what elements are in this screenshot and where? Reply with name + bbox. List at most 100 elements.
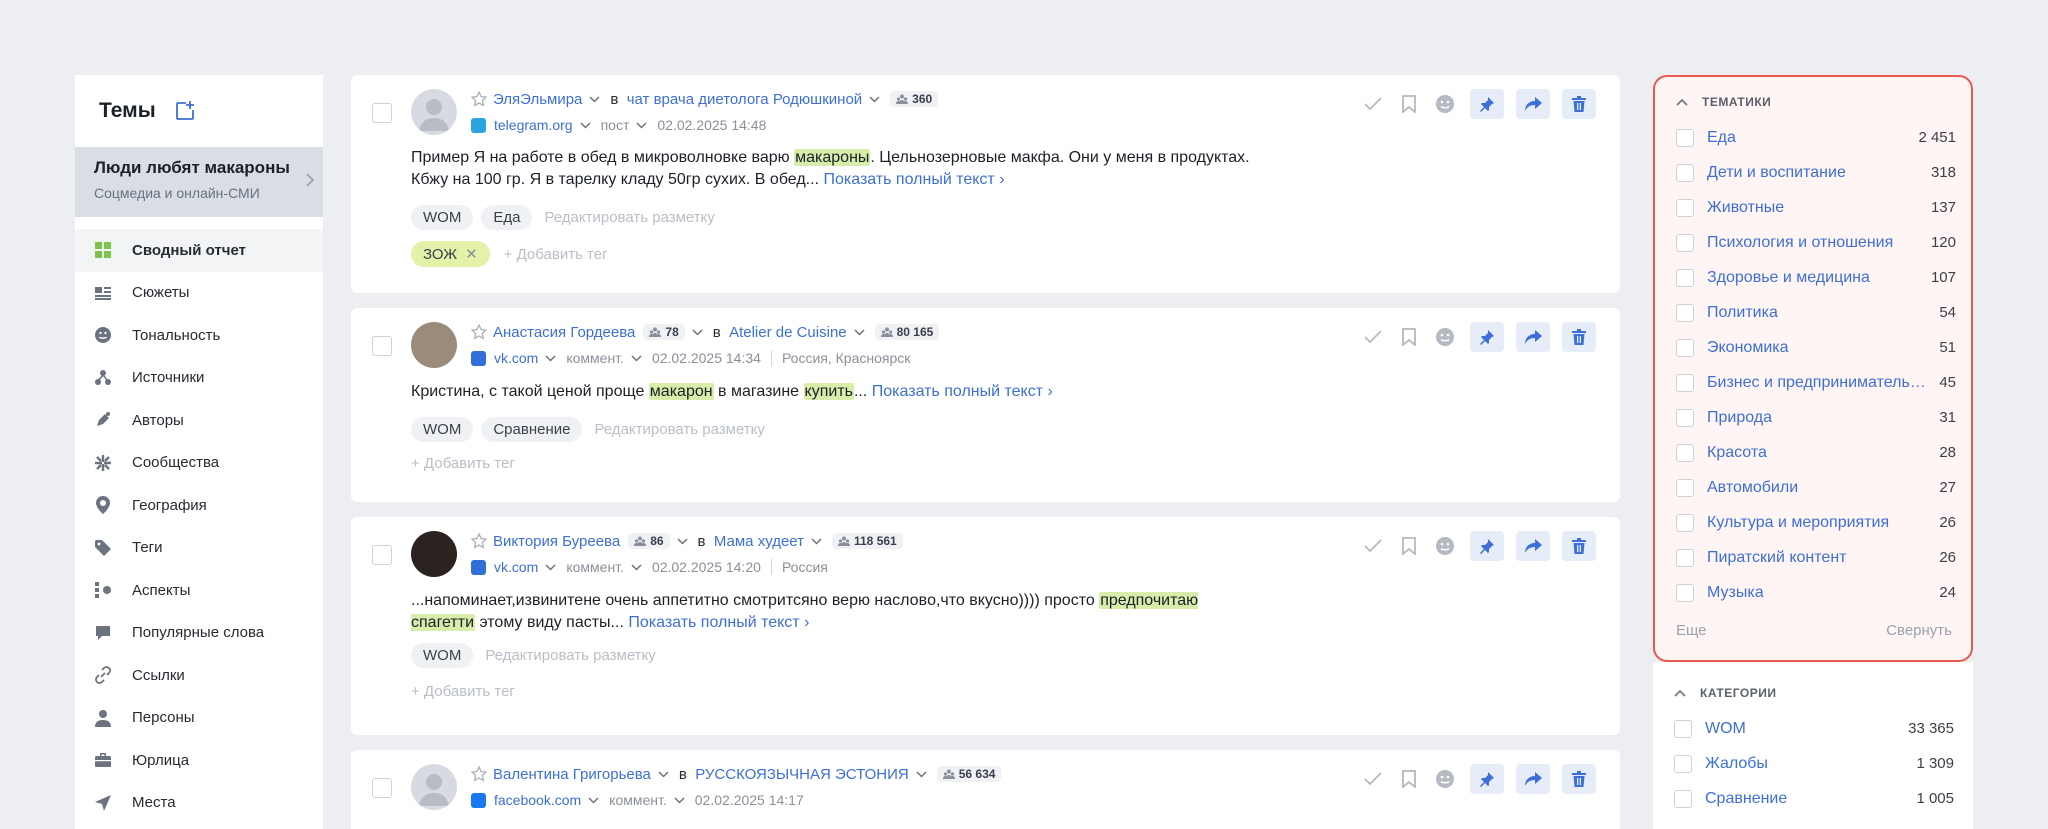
post-author[interactable]: Валентина Григорьева xyxy=(493,766,651,783)
topics-item-label[interactable]: Психология и отношения xyxy=(1707,234,1923,252)
post-community[interactable]: Мама худеет xyxy=(714,533,804,550)
edit-markup-link[interactable]: Редактировать разметку xyxy=(594,421,764,438)
avatar[interactable] xyxy=(411,531,457,577)
chevron-down-icon[interactable] xyxy=(658,770,669,778)
topics-item-label[interactable]: Культура и мероприятия xyxy=(1707,514,1931,532)
add-tag-link[interactable]: + Добавить тег xyxy=(411,455,515,472)
chevron-down-icon[interactable] xyxy=(916,770,927,778)
chevron-down-icon[interactable] xyxy=(692,328,703,336)
checkbox[interactable] xyxy=(1676,198,1694,217)
pin-icon[interactable] xyxy=(1470,322,1504,352)
current-theme-card[interactable]: Люди любят макароны Соцмедиа и онлайн-СМ… xyxy=(75,147,323,217)
sidebar-item[interactable]: Авторы xyxy=(75,399,323,442)
bookmark-icon[interactable] xyxy=(1396,766,1422,792)
checkbox[interactable] xyxy=(1676,478,1694,497)
post-network[interactable]: vk.com xyxy=(494,350,538,366)
post-community[interactable]: Atelier de Cuisine xyxy=(729,324,847,341)
checkbox[interactable] xyxy=(1676,408,1694,427)
share-icon[interactable] xyxy=(1516,531,1550,561)
user-tag-chip[interactable]: ЗОЖ ✕ xyxy=(411,241,490,267)
topics-item-label[interactable]: Политика xyxy=(1707,304,1931,322)
pin-icon[interactable] xyxy=(1470,89,1504,119)
topics-item[interactable]: Природа 31 xyxy=(1676,400,1956,435)
add-tag-link[interactable]: + Добавить тег xyxy=(504,246,608,263)
categories-item[interactable]: Сравнение 1 005 xyxy=(1674,781,1954,816)
checkbox[interactable] xyxy=(1676,548,1694,567)
pin-icon[interactable] xyxy=(1470,764,1504,794)
chevron-down-icon[interactable] xyxy=(677,537,688,545)
topics-item[interactable]: Пиратский контент 26 xyxy=(1676,540,1956,575)
checkbox[interactable] xyxy=(1676,583,1694,602)
topics-item[interactable]: Дети и воспитание 318 xyxy=(1676,155,1956,190)
checkbox[interactable] xyxy=(1674,789,1692,808)
checkbox[interactable] xyxy=(1676,443,1694,462)
sidebar-item[interactable]: География xyxy=(75,484,323,527)
sidebar-item[interactable]: Персоны xyxy=(75,697,323,740)
post-checkbox[interactable] xyxy=(372,778,392,798)
pin-icon[interactable] xyxy=(1470,531,1504,561)
bookmark-icon[interactable] xyxy=(1396,533,1422,559)
topics-more-link[interactable]: Еще xyxy=(1676,622,1707,639)
post-author[interactable]: ЭляЭльмира xyxy=(493,91,582,108)
emoji-icon[interactable] xyxy=(1432,324,1458,350)
topics-item[interactable]: Красота 28 xyxy=(1676,435,1956,470)
topics-item-label[interactable]: Природа xyxy=(1707,409,1931,427)
post-author[interactable]: Анастасия Гордеева xyxy=(493,324,635,341)
topics-item[interactable]: Психология и отношения 120 xyxy=(1676,225,1956,260)
show-full-text-link[interactable]: Показать полный текст › xyxy=(872,383,1053,400)
topics-item-label[interactable]: Здоровье и медицина xyxy=(1707,269,1923,287)
share-icon[interactable] xyxy=(1516,322,1550,352)
chevron-down-icon[interactable] xyxy=(545,354,556,362)
checkbox[interactable] xyxy=(1676,163,1694,182)
categories-item-label[interactable]: Жалобы xyxy=(1705,755,1908,773)
topics-item-label[interactable]: Экономика xyxy=(1707,339,1931,357)
chevron-down-icon[interactable] xyxy=(588,796,599,804)
post-community[interactable]: чат врача диетолога Родюшкиной xyxy=(627,91,862,108)
topics-item-label[interactable]: Еда xyxy=(1707,129,1910,147)
topics-item-label[interactable]: Бизнес и предпринимательство xyxy=(1707,374,1931,392)
topics-item[interactable]: Еда 2 451 xyxy=(1676,120,1956,155)
close-icon[interactable]: ✕ xyxy=(465,245,478,263)
tag-chip[interactable]: Сравнение xyxy=(481,417,583,442)
star-icon[interactable] xyxy=(471,324,487,340)
categories-item-label[interactable]: Сравнение xyxy=(1705,790,1908,808)
post-checkbox[interactable] xyxy=(372,545,392,565)
sidebar-item[interactable]: Места xyxy=(75,782,323,825)
avatar[interactable] xyxy=(411,764,457,810)
tag-chip[interactable]: WOM xyxy=(411,417,474,442)
topics-item-label[interactable]: Дети и воспитание xyxy=(1707,164,1923,182)
star-icon[interactable] xyxy=(471,533,487,549)
emoji-icon[interactable] xyxy=(1432,91,1458,117)
checkbox[interactable] xyxy=(1676,128,1694,147)
categories-item[interactable]: WOM 33 365 xyxy=(1674,711,1954,746)
chevron-down-icon[interactable] xyxy=(811,537,822,545)
checkbox[interactable] xyxy=(1674,719,1692,738)
sidebar-item[interactable]: Теги xyxy=(75,527,323,570)
check-icon[interactable] xyxy=(1360,91,1386,117)
chevron-down-icon[interactable] xyxy=(869,95,880,103)
topics-collapse-link[interactable]: Свернуть xyxy=(1886,622,1952,639)
topics-item[interactable]: Экономика 51 xyxy=(1676,330,1956,365)
sidebar-item[interactable]: Источники xyxy=(75,357,323,400)
star-icon[interactable] xyxy=(471,766,487,782)
add-tag-link[interactable]: + Добавить тег xyxy=(411,683,515,700)
chevron-down-icon[interactable] xyxy=(580,121,591,129)
categories-item[interactable]: Жалобы 1 309 xyxy=(1674,746,1954,781)
chevron-down-icon[interactable] xyxy=(631,563,642,571)
trash-icon[interactable] xyxy=(1562,322,1596,352)
share-icon[interactable] xyxy=(1516,764,1550,794)
bookmark-icon[interactable] xyxy=(1396,324,1422,350)
topics-item[interactable]: Культура и мероприятия 26 xyxy=(1676,505,1956,540)
checkbox[interactable] xyxy=(1676,268,1694,287)
edit-markup-link[interactable]: Редактировать разметку xyxy=(544,209,714,226)
chevron-down-icon[interactable] xyxy=(636,121,647,129)
sidebar-item[interactable]: Сводный отчет xyxy=(75,229,323,272)
check-icon[interactable] xyxy=(1360,324,1386,350)
emoji-icon[interactable] xyxy=(1432,766,1458,792)
topics-item[interactable]: Животные 137 xyxy=(1676,190,1956,225)
topics-header[interactable]: ТЕМАТИКИ xyxy=(1676,95,1771,109)
post-network[interactable]: vk.com xyxy=(494,559,538,575)
categories-item-label[interactable]: WOM xyxy=(1705,720,1900,738)
avatar[interactable] xyxy=(411,322,457,368)
chevron-down-icon[interactable] xyxy=(545,563,556,571)
